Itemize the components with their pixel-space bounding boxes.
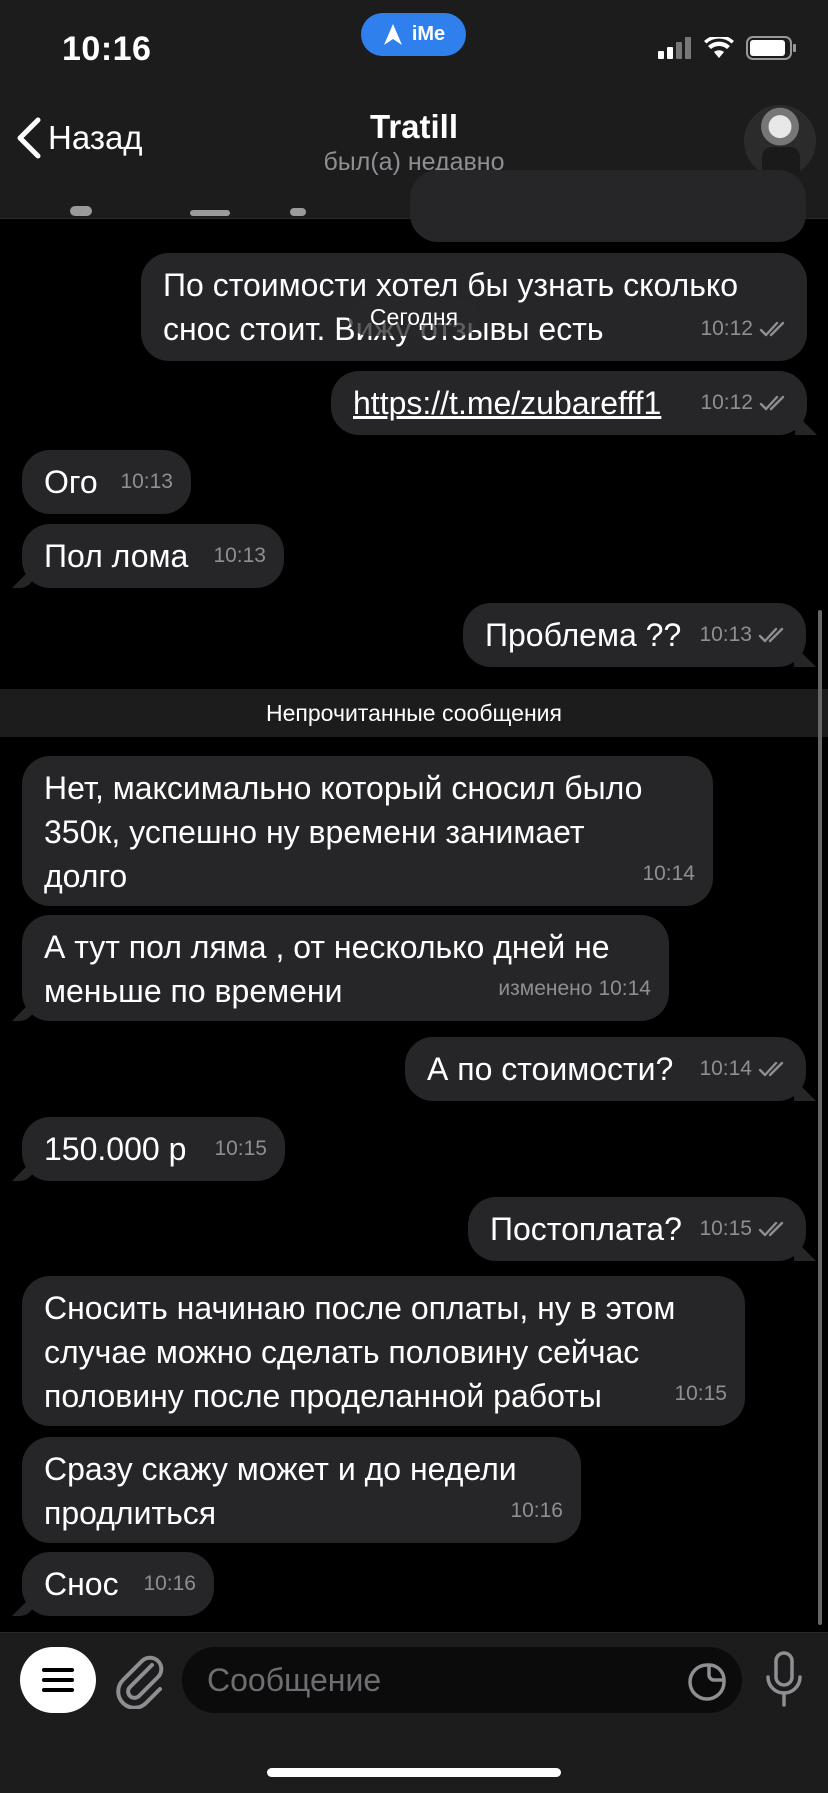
unread-divider: Непрочитанные сообщения bbox=[0, 689, 828, 737]
message-time: 10:13 bbox=[699, 623, 752, 646]
paperclip-icon[interactable] bbox=[114, 1651, 166, 1709]
message-meta: 10:16 bbox=[143, 1562, 196, 1606]
bubble-tail bbox=[794, 645, 816, 667]
message-meta: 10:16 bbox=[510, 1489, 563, 1533]
outgoing-message-bubble[interactable]: Постоплата? 10:15 bbox=[468, 1197, 816, 1261]
message-text: Сносить начинаю после оплаты, ну в этом с… bbox=[44, 1290, 676, 1414]
incoming-message-bubble[interactable]: Сносить начинаю после оплаты, ну в этом с… bbox=[22, 1276, 745, 1426]
message-input[interactable]: Сообщение bbox=[182, 1647, 742, 1713]
bubble-tail bbox=[794, 1239, 816, 1261]
message-time: 10:14 bbox=[699, 1057, 752, 1080]
message-meta: 10:12 bbox=[700, 381, 789, 425]
message-text: Нет, максимально который сносил было 350к… bbox=[44, 770, 643, 894]
message-text: Пол лома bbox=[44, 538, 189, 574]
message-meta: 10:15 bbox=[699, 1207, 788, 1251]
signal-icon bbox=[658, 37, 691, 59]
incoming-message-bubble[interactable]: Сразу скажу может и до недели продлиться 1… bbox=[22, 1437, 581, 1543]
incoming-message-bubble[interactable]: Ого 10:13 bbox=[22, 450, 191, 514]
microphone-icon[interactable] bbox=[764, 1651, 804, 1709]
status-time: 10:16 bbox=[62, 30, 152, 68]
message-meta: 10:14 bbox=[699, 1047, 788, 1091]
bubble-tail bbox=[12, 1594, 34, 1616]
message-text: 150.000 р bbox=[44, 1131, 187, 1167]
incoming-message-bubble[interactable]: Нет, максимально который сносил было 350к… bbox=[22, 756, 713, 906]
message-meta: 10:12 bbox=[700, 307, 789, 351]
message-time: 10:14 bbox=[642, 862, 695, 885]
message-text: А по стоимости? bbox=[427, 1051, 674, 1087]
message-time: 10:12 bbox=[700, 317, 753, 340]
message-time: 10:16 bbox=[510, 1499, 563, 1522]
chat-title[interactable]: Tratill bbox=[0, 108, 828, 146]
message-meta: 10:13 bbox=[213, 534, 266, 578]
message-meta: изменено 10:14 bbox=[498, 967, 651, 1011]
message-time: 10:13 bbox=[120, 470, 173, 493]
incoming-message-bubble[interactable]: А тут пол ляма , от несколько дней не мен… bbox=[12, 915, 669, 1021]
message-time: 10:13 bbox=[213, 544, 266, 567]
menu-icon bbox=[42, 1668, 74, 1692]
bubble-tail bbox=[795, 413, 817, 435]
message-time: 10:14 bbox=[598, 977, 651, 1000]
message-meta: 10:14 bbox=[642, 852, 695, 896]
outgoing-message-bubble[interactable]: Проблема ?? 10:13 bbox=[463, 603, 816, 667]
message-time: 10:15 bbox=[214, 1137, 267, 1160]
battery-icon bbox=[746, 36, 796, 60]
outgoing-message-bubble[interactable]: https://t.me/zubarefff1 10:12 bbox=[331, 371, 817, 435]
double-check-icon bbox=[758, 1061, 784, 1077]
double-check-icon bbox=[759, 395, 785, 411]
scrollbar[interactable] bbox=[818, 610, 822, 1625]
ime-badge[interactable]: iMe bbox=[361, 13, 466, 56]
incoming-message-bubble[interactable]: Снос 10:16 bbox=[12, 1552, 214, 1616]
incoming-message-bubble[interactable]: 150.000 р 10:15 bbox=[12, 1117, 285, 1181]
ime-badge-label: iMe bbox=[411, 23, 446, 45]
message-meta: 10:13 bbox=[120, 460, 173, 504]
message-text: Ого bbox=[44, 464, 98, 500]
bubble-tail bbox=[794, 1079, 816, 1101]
message-time: 10:16 bbox=[143, 1572, 196, 1595]
status-bar: 10:16 iMe bbox=[0, 0, 828, 96]
message-time: 10:12 bbox=[700, 391, 753, 414]
bubble-tail bbox=[12, 566, 34, 588]
sticker-icon[interactable] bbox=[688, 1663, 726, 1701]
message-time: 10:15 bbox=[674, 1382, 727, 1405]
ime-logo-icon bbox=[383, 23, 402, 45]
bubble-tail bbox=[12, 1159, 34, 1181]
message-time: 10:15 bbox=[699, 1217, 752, 1240]
message-meta: 10:13 bbox=[699, 613, 788, 657]
avatar[interactable] bbox=[744, 105, 816, 177]
message-text: Проблема ?? bbox=[485, 617, 682, 653]
status-icons bbox=[658, 36, 798, 60]
message-text: Снос bbox=[44, 1566, 119, 1602]
message-bubble-partial bbox=[410, 170, 806, 242]
home-indicator bbox=[267, 1768, 561, 1777]
incoming-message-bubble[interactable]: Пол лома 10:13 bbox=[12, 524, 284, 588]
date-pill: Сегодня bbox=[349, 298, 479, 336]
outgoing-message-bubble[interactable]: А по стоимости? 10:14 bbox=[405, 1037, 816, 1101]
edited-label: изменено bbox=[498, 977, 593, 1000]
double-check-icon bbox=[758, 1221, 784, 1237]
message-text: Постоплата? bbox=[490, 1211, 682, 1247]
bot-menu-button[interactable] bbox=[20, 1647, 96, 1713]
message-meta: 10:15 bbox=[214, 1127, 267, 1171]
bubble-tail bbox=[12, 999, 34, 1021]
double-check-icon bbox=[758, 627, 784, 643]
wifi-icon bbox=[704, 37, 734, 58]
message-meta: 10:15 bbox=[674, 1372, 727, 1416]
double-check-icon bbox=[759, 321, 785, 337]
message-link[interactable]: https://t.me/zubarefff1 bbox=[353, 381, 661, 425]
message-text: Сразу скажу может и до недели продлиться bbox=[44, 1451, 517, 1531]
